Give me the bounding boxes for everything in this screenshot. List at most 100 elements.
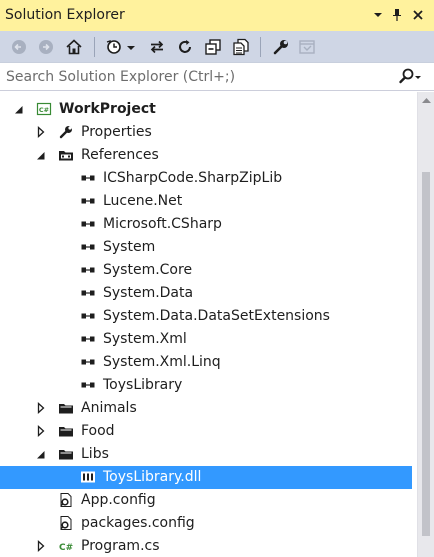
reference-icon: [80, 354, 96, 370]
refresh-icon: [179, 40, 191, 53]
panel-title: Solution Explorer: [5, 7, 125, 23]
expand-toggle[interactable]: [35, 538, 47, 554]
reference-icon: [80, 239, 96, 255]
reference-icon: [80, 377, 96, 393]
tree-item-label: Food: [81, 423, 115, 439]
forward-button[interactable]: [37, 38, 55, 56]
collapsed-arrow-icon: [37, 425, 45, 437]
reference-icon: [80, 170, 96, 186]
vertical-scrollbar[interactable]: [417, 92, 434, 557]
expanded-arrow-icon: [37, 152, 45, 160]
wrench-icon: [58, 124, 74, 140]
expand-toggle[interactable]: [35, 124, 47, 140]
reference-icon: [80, 216, 96, 232]
toolbar-separator: [260, 37, 261, 57]
scroll-up-button[interactable]: [418, 92, 434, 109]
tree-item-lucene-net[interactable]: Lucene.Net: [0, 190, 416, 213]
tree-item-label: Lucene.Net: [103, 193, 183, 209]
tree-item-app-config[interactable]: App.config: [0, 489, 416, 512]
expand-toggle[interactable]: [35, 423, 47, 439]
forward-arrow-icon: [39, 40, 53, 54]
pin-icon[interactable]: [389, 6, 405, 24]
search-button[interactable]: [398, 67, 422, 87]
reference-icon: [80, 262, 96, 278]
sync-active-document-button[interactable]: [148, 38, 166, 56]
reference-icon: [80, 193, 96, 209]
references-folder-icon: [58, 147, 74, 163]
folder-icon: [58, 446, 74, 462]
tree-item-label: System.Core: [103, 262, 193, 278]
back-button[interactable]: [10, 38, 28, 56]
tree-item-label: packages.config: [81, 515, 195, 531]
tree-item-libs[interactable]: Libs: [0, 443, 416, 466]
tree-item-label: ToysLibrary: [103, 377, 183, 393]
pending-changes-filter-button[interactable]: [105, 38, 123, 56]
svg-text:C#: C#: [39, 106, 49, 114]
clock-icon: [106, 40, 121, 54]
toolbar-separator: [94, 37, 95, 57]
show-all-files-button[interactable]: [232, 38, 250, 56]
config-file-icon: [58, 492, 74, 508]
tree-item-properties[interactable]: Properties: [0, 121, 416, 144]
panel-title-bar: Solution Explorer: [0, 0, 434, 31]
tree-item-label: Libs: [81, 446, 109, 462]
folder-icon: [58, 423, 74, 439]
collapse-all-button[interactable]: [204, 38, 222, 56]
collapse-all-icon: [205, 39, 221, 55]
search-icon: [399, 68, 421, 84]
tree-item-animals[interactable]: Animals: [0, 397, 416, 420]
filter-dropdown-arrow[interactable]: [126, 38, 136, 56]
back-arrow-icon: [12, 40, 26, 54]
refresh-button[interactable]: [176, 38, 194, 56]
dll-file-icon: [80, 469, 96, 485]
dropdown-arrow-icon[interactable]: [370, 6, 386, 24]
tree-item-microsoft-csharp[interactable]: Microsoft.CSharp: [0, 213, 416, 236]
tree-item-label: WorkProject: [59, 101, 156, 117]
show-all-files-icon: [233, 38, 249, 56]
home-button[interactable]: [65, 38, 83, 56]
tree-item-icsharpcode-sharpziplib[interactable]: ICSharpCode.SharpZipLib: [0, 167, 416, 190]
tree-item-system-xml-linq[interactable]: System.Xml.Linq: [0, 351, 416, 374]
collapsed-arrow-icon: [37, 126, 45, 138]
tree-item-food[interactable]: Food: [0, 420, 416, 443]
tree-item-label: ToysLibrary.dll: [103, 469, 202, 485]
tree-item-label: References: [81, 147, 159, 163]
tree-item-workproject[interactable]: C# WorkProject: [0, 98, 416, 121]
search-input[interactable]: [2, 66, 386, 88]
tree-item-system-data[interactable]: System.Data: [0, 282, 416, 305]
tree-item-system-xml[interactable]: System.Xml: [0, 328, 416, 351]
properties-button[interactable]: [272, 38, 290, 56]
tree-item-label: Animals: [81, 400, 137, 416]
collapse-toggle[interactable]: [13, 101, 25, 117]
folder-icon: [58, 400, 74, 416]
sync-arrows-icon: [150, 40, 164, 54]
tree-item-system-core[interactable]: System.Core: [0, 259, 416, 282]
tree-item-label: App.config: [81, 492, 156, 508]
scrollbar-thumb[interactable]: [422, 172, 430, 536]
config-file-icon: [58, 515, 74, 531]
tree-item-label: Microsoft.CSharp: [103, 216, 222, 232]
collapse-toggle[interactable]: [35, 147, 47, 163]
chevron-down-icon: [127, 46, 135, 50]
collapsed-arrow-icon: [37, 540, 45, 552]
close-icon[interactable]: [410, 6, 426, 24]
home-icon: [66, 39, 82, 55]
preview-selected-items-button[interactable]: [298, 38, 316, 56]
collapse-toggle[interactable]: [35, 446, 47, 462]
expand-toggle[interactable]: [35, 400, 47, 416]
tree-item-packages-config[interactable]: packages.config: [0, 512, 416, 535]
tree-item-toyslibrary-dll[interactable]: ToysLibrary.dll: [0, 466, 412, 489]
tree-item-toyslibrary[interactable]: ToysLibrary: [0, 374, 416, 397]
csharp-project-icon: C#: [36, 101, 52, 117]
tree-item-label: System: [103, 239, 156, 255]
tree-item-program-cs[interactable]: C# Program.cs: [0, 535, 416, 557]
tree-item-label: System.Xml: [103, 331, 187, 347]
reference-icon: [80, 285, 96, 301]
search-bar: [0, 63, 434, 91]
scroll-up-arrow-icon: [422, 98, 431, 103]
collapsed-arrow-icon: [37, 402, 45, 414]
tree-item-system[interactable]: System: [0, 236, 416, 259]
tree-item-system-data-datasetextensions[interactable]: System.Data.DataSetExtensions: [0, 305, 416, 328]
tree-item-references[interactable]: References: [0, 144, 416, 167]
tree-item-label: ICSharpCode.SharpZipLib: [103, 170, 283, 186]
